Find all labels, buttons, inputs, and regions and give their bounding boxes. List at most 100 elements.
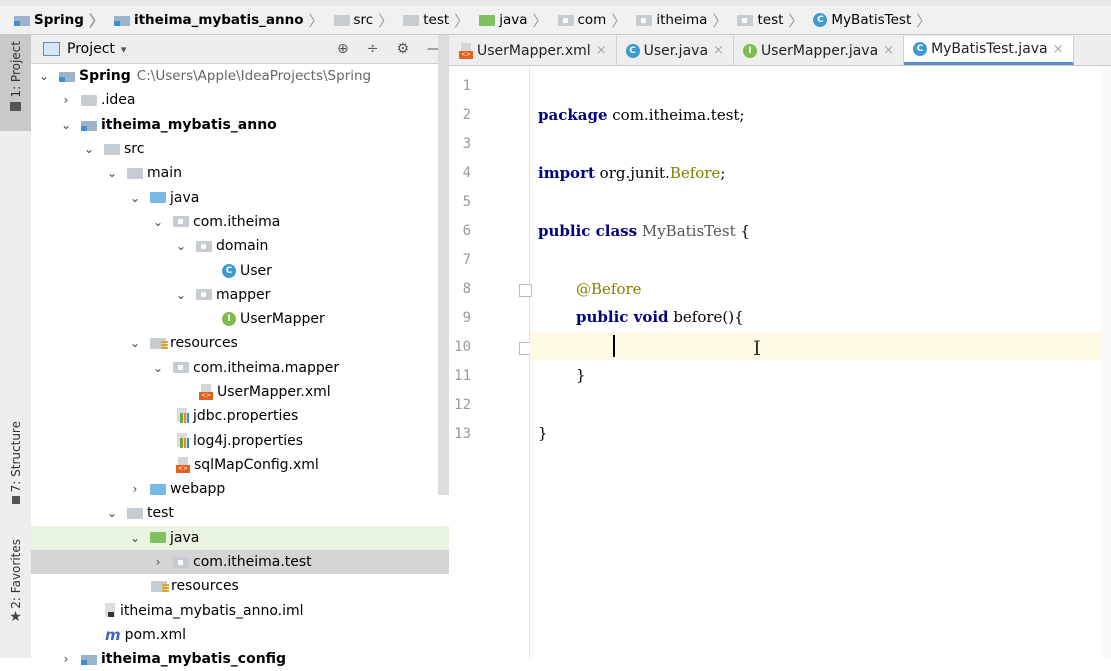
chevron-down-icon[interactable]: ⌄ [59,118,73,132]
editor-tabs: UserMapper.xml× CUser.java× IUserMapper.… [449,35,1111,66]
editor-scrollbar[interactable] [1101,66,1111,658]
code-line-1: package com.itheima.test; [538,106,745,124]
breadcrumb-separator: 〉 [712,11,728,30]
breadcrumb-separator: 〉 [454,11,470,30]
tree-item-main-resources[interactable]: ⌄ resources [31,331,449,355]
ibeam-cursor-icon: I [753,336,761,360]
module-file-icon [105,602,117,619]
tree-item-pom-xml[interactable]: m pom.xml [31,623,449,647]
tree-item-mybatis-config[interactable]: › itheima_mybatis_config [31,647,449,671]
tree-item-com-itheima-test[interactable]: › com.itheima.test [31,549,449,575]
breadcrumb-item-test-pkg[interactable]: test 〉 [731,6,807,34]
chevron-down-icon[interactable]: ⌄ [151,361,165,375]
breadcrumb-item-com[interactable]: com 〉 [552,6,631,34]
breadcrumb-item-java[interactable]: java 〉 [473,6,551,34]
xml-file-icon [176,456,190,473]
tree-item-com-itheima[interactable]: ⌄ com.itheima [31,210,449,234]
tree-item-test[interactable]: ⌄ test [31,501,449,525]
locate-file-icon[interactable]: ⊕ [337,41,349,57]
chevron-down-icon[interactable]: ⌄ [105,506,119,520]
tree-item-src[interactable]: ⌄ src [31,137,449,161]
xml-file-icon [459,42,473,59]
collapse-all-icon[interactable]: ÷ [367,41,379,57]
tree-item-mapper[interactable]: ⌄ mapper [31,283,449,307]
chevron-right-icon[interactable]: › [128,482,142,496]
maven-icon: m [105,625,121,644]
tree-item-spring[interactable]: ⌄ Spring C:\Users\Apple\IdeaProjects\Sprin… [31,64,449,88]
line-number: 8 [462,281,471,297]
line-number: 4 [462,165,471,181]
tree-item-com-itheima-mapper[interactable]: ⌄ com.itheima.mapper [31,356,449,380]
chevron-down-icon[interactable]: ⌄ [37,69,51,83]
breadcrumb-item-spring[interactable]: Spring 〉 [0,6,108,34]
tree-item-user[interactable]: C User [31,258,449,282]
close-icon[interactable]: × [883,43,894,58]
close-icon[interactable]: × [1053,42,1064,57]
folder-icon [127,507,143,519]
project-panel-header: Project ▾ ⊕ ÷ ⚙ — [31,35,449,64]
chevron-down-icon[interactable]: ⌄ [105,166,119,180]
chevron-right-icon[interactable]: › [59,93,73,107]
code-area[interactable]: package com.itheima.test; import org.jun… [530,66,1111,658]
green-folder-icon [479,14,496,26]
chevron-right-icon[interactable]: › [151,555,165,569]
gear-icon[interactable]: ⚙ [396,41,409,57]
tree-item-main[interactable]: ⌄ main [31,161,449,185]
tool-tab-project[interactable]: 1: Project [0,35,31,131]
chevron-down-icon[interactable]: ⌄ [174,239,188,253]
tab-mybatistest-java[interactable]: C MyBatisTest.java × [904,36,1074,65]
breadcrumb-item-mybatistest[interactable]: C MyBatisTest 〉 [807,6,935,34]
chevron-down-icon[interactable]: ⌄ [82,142,96,156]
tool-tab-favorites[interactable]: 2: Favorites ★ [0,539,31,639]
line-number: 2 [462,107,471,123]
line-number: 3 [462,136,471,152]
folder-icon [333,14,350,26]
chevron-down-icon[interactable]: ⌄ [128,336,142,350]
code-line-5: public class MyBatisTest { [538,222,750,240]
tree-item-usermapper[interactable]: I UserMapper [31,307,449,331]
test-folder-icon [150,532,166,544]
project-view-selector[interactable]: Project ▾ [43,41,126,57]
breadcrumb-item-src[interactable]: src 〉 [328,6,398,34]
package-icon [173,216,189,228]
chevron-down-icon[interactable]: ⌄ [128,531,142,545]
tree-item-iml[interactable]: itheima_mybatis_anno.iml [31,599,449,623]
source-folder-icon [150,192,166,204]
tree-item-jdbc-properties[interactable]: jdbc.properties [31,404,449,428]
tab-usermapper-xml[interactable]: UserMapper.xml× [449,36,617,65]
line-number: 13 [454,426,471,442]
module-icon [113,14,130,26]
module-icon [59,70,75,83]
breadcrumb-item-test[interactable]: test 〉 [397,6,473,34]
close-icon[interactable]: × [596,43,607,58]
tool-tab-structure[interactable]: 7: Structure [0,421,31,517]
tree-item-module[interactable]: ⌄ itheima_mybatis_anno [31,113,449,137]
chevron-down-icon[interactable]: ⌄ [174,288,188,302]
breadcrumb-item-itheima[interactable]: itheima 〉 [630,6,731,34]
close-icon[interactable]: × [713,43,724,58]
tree-item-main-java[interactable]: ⌄ java [31,185,449,209]
tree-item-sqlmapconfig-xml[interactable]: sqlMapConfig.xml [31,453,449,477]
tree-item-webapp[interactable]: › webapp [31,477,449,501]
line-number: 7 [462,252,471,268]
tab-user-java[interactable]: C User.java × [617,36,734,65]
project-panel-scrollbar[interactable] [438,35,449,495]
tree-item-test-java[interactable]: ⌄ java [31,525,449,550]
line-number: 1 [462,78,471,94]
tab-usermapper-java[interactable]: I UserMapper.java × [734,36,905,65]
chevron-down-icon[interactable]: ⌄ [128,191,142,205]
chevron-down-icon[interactable]: ⌄ [151,215,165,229]
folder-icon [81,94,97,106]
project-panel: Project ▾ ⊕ ÷ ⚙ — ⌄ Spring C:\Users\Apple\… [31,35,449,667]
code-line-7: @Before [576,280,642,298]
tree-item-usermapper-xml[interactable]: UserMapper.xml [31,380,449,404]
line-number: 12 [454,397,471,413]
chevron-right-icon[interactable]: › [59,652,73,666]
tree-item-test-resources[interactable]: resources [31,574,449,598]
breadcrumb-item-module[interactable]: itheima_mybatis_anno 〉 [108,6,328,34]
breadcrumb-separator: 〉 [308,11,324,30]
tree-item-domain[interactable]: ⌄ domain [31,234,449,258]
tree-item-log4j-properties[interactable]: log4j.properties [31,428,449,452]
module-icon [14,14,30,26]
tree-item-idea[interactable]: › .idea [31,88,449,112]
